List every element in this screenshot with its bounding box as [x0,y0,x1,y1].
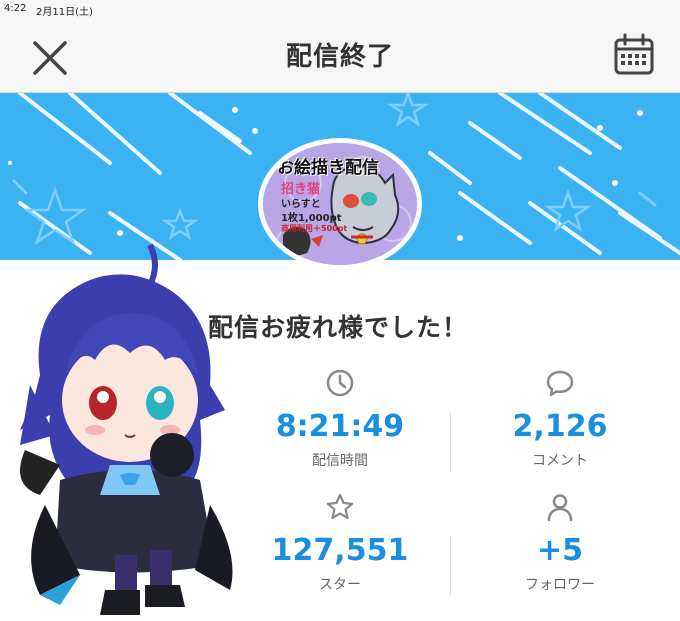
stat-duration: 8:21:49 配信時間 [230,368,450,470]
followers-label: フォロワー [525,577,595,593]
star-icon [326,493,354,520]
clock-icon [326,369,354,397]
calendar-icon [614,33,654,75]
status-date: 2月11日(土) [36,7,93,18]
stat-comments: 2,126 コメント [450,368,670,470]
status-bar: 4:22 2月11日(土) [0,0,680,18]
calendar-button[interactable] [611,32,657,78]
person-icon [547,494,573,522]
thumbnail-line-4: 商用利用＋500pt [281,224,348,233]
page-title: 配信終了 [285,42,394,72]
duration-label: 配信時間 [312,453,368,469]
navigation-bar: 配信終了 [0,18,680,93]
comments-value: 2,126 [512,409,608,444]
stars-label: スター [319,577,361,593]
followers-value: +5 [536,533,583,568]
duration-value: 8:21:49 [275,409,405,444]
stat-followers: +5 フォロワー [450,492,670,594]
stat-divider [450,536,451,596]
thumbnail-line-3: 1枚1,000pt [281,213,342,224]
status-time: 4:22 [4,3,27,14]
speech-bubble-icon [546,370,574,397]
stat-stars: 127,551 スター [230,492,450,594]
thumbnail-line-2: いらすと [281,199,321,210]
thumbnail-image: お絵描き配信 招き猫 いらすと 1枚1,000pt 商用利用＋500pt [263,143,417,265]
stream-thumbnail: お絵描き配信 招き猫 いらすと 1枚1,000pt 商用利用＋500pt [258,138,422,270]
character-illustration [20,243,233,615]
comments-label: コメント [532,453,588,469]
thumbnail-title: お絵描き配信 [277,158,379,178]
stat-divider [450,412,451,472]
stars-value: 127,551 [271,533,409,568]
